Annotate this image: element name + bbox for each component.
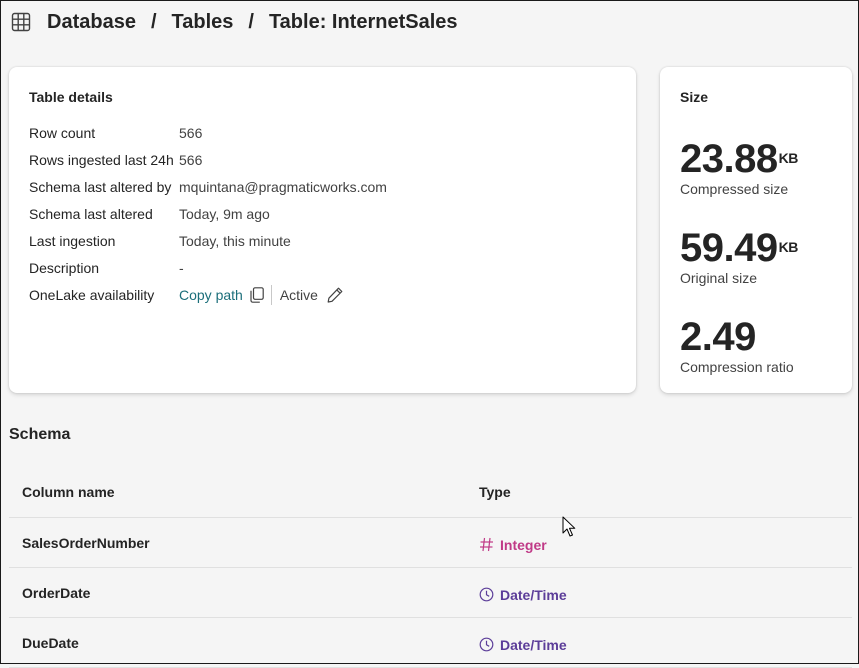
schema-table: Column name Type SalesOrderNumber Intege…: [9, 467, 852, 668]
original-size-metric: 59.49KB Original size: [680, 228, 798, 286]
divider: [270, 285, 272, 305]
column-type-label: Date/Time: [500, 636, 567, 653]
clock-icon: [479, 637, 494, 652]
detail-label: OneLake availability: [29, 287, 155, 303]
edit-pencil-icon[interactable]: [326, 286, 344, 304]
detail-label: Row count: [29, 125, 96, 141]
hash-icon: [480, 537, 493, 552]
compressed-size-unit: KB: [778, 150, 799, 166]
original-size-unit: KB: [778, 239, 799, 255]
column-header-type[interactable]: Type: [479, 484, 511, 500]
detail-value: 566: [179, 125, 203, 141]
column-name-cell: OrderDate: [22, 584, 91, 601]
table-row[interactable]: SalesOrderNumber Integer: [9, 518, 852, 568]
clock-icon: [479, 587, 494, 602]
breadcrumb-separator: /: [248, 10, 254, 33]
onelake-status: Active: [279, 287, 318, 303]
onelake-controls: Copy path Active: [179, 285, 344, 305]
detail-value: mquintana@pragmaticworks.com: [179, 179, 387, 195]
compressed-size-metric: 23.88KB Compressed size: [680, 139, 798, 197]
detail-row-schema-altered: Schema last altered Today, 9m ago: [29, 204, 270, 224]
detail-row-schema-altered-by: Schema last altered by mquintana@pragmat…: [29, 177, 387, 197]
detail-row-description: Description -: [29, 258, 184, 278]
original-size-label: Original size: [680, 270, 758, 286]
detail-row-onelake: OneLake availability Copy path Active: [29, 285, 344, 305]
compressed-size-label: Compressed size: [680, 181, 789, 197]
schema-title: Schema: [9, 426, 71, 443]
column-header-name[interactable]: Column name: [9, 484, 479, 500]
detail-label: Description: [29, 260, 100, 276]
compressed-size-value: 23.88: [680, 137, 778, 181]
column-type-label: Integer: [500, 536, 547, 553]
detail-label: Last ingestion: [29, 233, 116, 249]
detail-value: 566: [179, 152, 203, 168]
column-type-cell: Integer: [479, 537, 547, 553]
detail-label: Rows ingested last 24h: [29, 152, 174, 168]
original-size-value: 59.49: [680, 226, 778, 270]
detail-row-rows-ingested: Rows ingested last 24h 566: [29, 150, 202, 170]
breadcrumb-separator: /: [150, 10, 157, 33]
detail-row-row-count: Row count 566: [29, 123, 202, 143]
detail-value: Today, this minute: [179, 233, 291, 249]
detail-label: Schema last altered: [29, 206, 153, 222]
copy-icon: [250, 287, 264, 303]
breadcrumb-database[interactable]: Database: [47, 11, 136, 34]
table-grid-icon: [11, 12, 31, 32]
table-row[interactable]: DueDate Date/Time: [9, 618, 852, 668]
table-details-card: Table details Row count 566 Rows ingeste…: [9, 67, 636, 393]
column-name-cell: SalesOrderNumber: [22, 534, 150, 551]
detail-value: -: [179, 260, 184, 276]
compression-ratio-label: Compression ratio: [680, 359, 794, 375]
table-details-title: Table details: [29, 89, 113, 105]
copy-path-label: Copy path: [179, 287, 243, 303]
breadcrumb: Database / Tables / Table: InternetSales: [11, 9, 458, 35]
column-name-cell: DueDate: [22, 634, 79, 651]
compressed-size-value-wrap: 23.88KB: [680, 139, 798, 179]
copy-path-button[interactable]: Copy path: [179, 287, 264, 303]
compression-ratio-metric: 2.49 Compression ratio: [680, 317, 794, 375]
column-type-cell: Date/Time: [479, 587, 567, 603]
table-row[interactable]: OrderDate Date/Time: [9, 568, 852, 618]
detail-label: Schema last altered by: [29, 179, 172, 195]
detail-value: Today, 9m ago: [179, 206, 270, 222]
original-size-value-wrap: 59.49KB: [680, 228, 798, 268]
breadcrumb-current-table: Table: InternetSales: [268, 10, 458, 33]
breadcrumb-tables[interactable]: Tables: [172, 11, 234, 34]
column-type-label: Date/Time: [500, 586, 567, 603]
table-header: Column name Type: [9, 467, 852, 518]
compression-ratio-value: 2.49: [680, 315, 756, 359]
size-title: Size: [680, 89, 709, 105]
detail-row-last-ingestion: Last ingestion Today, this minute: [29, 231, 291, 251]
size-card: Size 23.88KB Compressed size 59.49KB Ori…: [660, 67, 852, 393]
mouse-cursor-icon: [562, 516, 576, 537]
column-type-cell: Date/Time: [479, 637, 567, 653]
